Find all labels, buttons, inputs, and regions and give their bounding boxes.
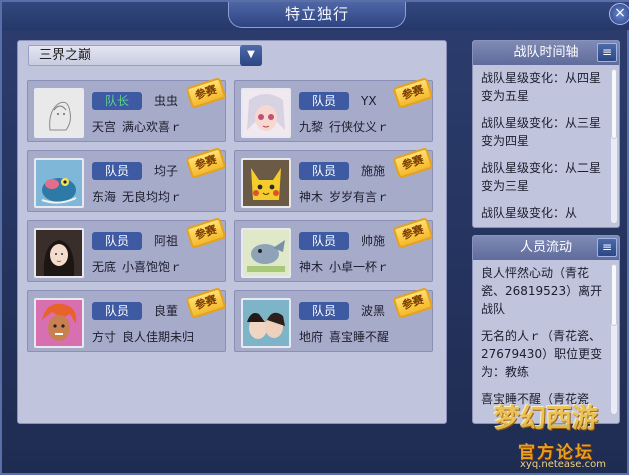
avatar	[34, 88, 84, 138]
timeline-panel: 战队时间轴 ≡ 战队星级变化：从四星变为五星 战队星级变化：从三星变为四星 战队…	[472, 40, 620, 228]
timeline-entry: 战队星级变化：从三星变为四星	[481, 116, 602, 148]
flow-entry: 良人怦然心动（青花瓷、26819523）离开战队	[481, 266, 603, 316]
avatar	[241, 88, 291, 138]
member-nickname: 喜宝睡不醒	[329, 330, 390, 344]
role-badge: 队员	[299, 302, 349, 320]
scroll-thumb[interactable]	[611, 69, 617, 139]
member-sect: 东海	[92, 190, 117, 204]
window-title: 特立独行	[228, 2, 406, 28]
title-bar: 特立独行 ×	[2, 2, 629, 30]
watermark-logo: 梦幻西游	[494, 404, 599, 434]
forum-watermark: 梦幻西游 官方论坛 xyq.netease.com	[488, 392, 628, 475]
member-sect: 神木	[299, 260, 324, 274]
menu-icon[interactable]: ≡	[597, 238, 617, 257]
role-badge: 队员	[299, 92, 349, 110]
entry-stamp: 参赛	[392, 216, 434, 250]
member-name: 均子	[154, 164, 179, 178]
member-name: 帅施	[361, 234, 386, 248]
flow-header: 人员流动 ≡	[473, 236, 619, 260]
avatar	[241, 298, 291, 348]
role-badge: 队长	[92, 92, 142, 110]
member-name: 波黑	[361, 304, 386, 318]
member-sect-line: 神木 岁岁有言ｒ	[299, 189, 389, 205]
member-name: YX	[361, 94, 377, 108]
member-sect-line: 地府 喜宝睡不醒	[299, 329, 389, 345]
flow-list[interactable]: 良人怦然心动（青花瓷、26819523）离开战队 无名的人ｒ（青花瓷、27679…	[473, 260, 619, 408]
timeline-header: 战队时间轴 ≡	[473, 41, 619, 65]
avatar	[34, 158, 84, 208]
member-nickname: 良人佳期未归	[122, 330, 195, 344]
role-badge: 队员	[299, 232, 349, 250]
member-card[interactable]: 队员 施施 神木 岁岁有言ｒ 参赛	[234, 146, 434, 212]
member-sect-line: 东海 无良均均ｒ	[92, 189, 182, 205]
member-card[interactable]: 队员 波黑 地府 喜宝睡不醒 参赛	[234, 286, 434, 352]
member-name: 阿祖	[154, 234, 179, 248]
avatar	[241, 158, 291, 208]
member-card[interactable]: 队员 阿祖 无底 小喜饱饱ｒ 参赛	[27, 216, 227, 282]
close-button[interactable]: ×	[609, 3, 629, 25]
timeline-entry: 战队星级变化：从四星变为五星	[481, 71, 602, 103]
member-sect: 无底	[92, 260, 117, 274]
member-sect-line: 无底 小喜饱饱ｒ	[92, 259, 182, 275]
member-name: 虫虫	[154, 94, 179, 108]
member-card[interactable]: 队员 帅施 神木 小卓一杯ｒ 参赛	[234, 216, 434, 282]
member-nickname: 行侠仗义ｒ	[329, 120, 390, 134]
member-sect-line: 九黎 行侠仗义ｒ	[299, 119, 389, 135]
flow-title: 人员流动	[519, 240, 572, 255]
entry-stamp: 参赛	[392, 146, 434, 180]
timeline-title: 战队时间轴	[513, 45, 579, 60]
role-badge: 队员	[92, 302, 142, 320]
role-badge: 队员	[92, 162, 142, 180]
timeline-scrollbar[interactable]	[611, 69, 617, 223]
chevron-down-icon[interactable]: ▼	[240, 45, 262, 66]
entry-stamp: 参赛	[185, 146, 227, 180]
entry-stamp: 参赛	[185, 76, 227, 110]
menu-icon[interactable]: ≡	[597, 43, 617, 62]
member-nickname: 满心欢喜ｒ	[122, 120, 183, 134]
flow-entry: 无名的人ｒ（青花瓷、27679430）职位更变为：教练	[481, 329, 603, 379]
server-dropdown[interactable]: 三界之巅 ▼	[28, 45, 262, 66]
member-card[interactable]: 队长 虫虫 天宫 满心欢喜ｒ 参赛	[27, 76, 227, 142]
server-dropdown-value: 三界之巅	[39, 48, 92, 63]
member-nickname: 岁岁有言ｒ	[329, 190, 390, 204]
entry-stamp: 参赛	[392, 286, 434, 320]
member-sect: 地府	[299, 330, 324, 344]
member-name: 良董	[154, 304, 179, 318]
member-sect: 神木	[299, 190, 324, 204]
watermark-url: xyq.netease.com	[520, 459, 606, 470]
member-sect-line: 天宫 满心欢喜ｒ	[92, 119, 182, 135]
member-card[interactable]: 队员 均子 东海 无良均均ｒ 参赛	[27, 146, 227, 212]
member-nickname: 无良均均ｒ	[122, 190, 183, 204]
role-badge: 队员	[92, 232, 142, 250]
entry-stamp: 参赛	[392, 76, 434, 110]
scroll-thumb[interactable]	[611, 264, 617, 326]
member-sect-line: 神木 小卓一杯ｒ	[299, 259, 389, 275]
team-window: 特立独行 × 三界之巅 ▼ 队长 虫虫 天宫 满心欢喜ｒ 参赛 队员 YX 九黎…	[0, 0, 629, 475]
timeline-entry: 战队星级变化：从二星变为三星	[481, 161, 602, 193]
avatar	[34, 298, 84, 348]
member-sect: 方寸	[92, 330, 117, 344]
member-sect: 九黎	[299, 120, 324, 134]
member-sect: 天宫	[92, 120, 117, 134]
member-nickname: 小卓一杯ｒ	[329, 260, 390, 274]
member-sect-line: 方寸 良人佳期未归	[92, 329, 194, 345]
member-nickname: 小喜饱饱ｒ	[122, 260, 183, 274]
member-card[interactable]: 队员 良董 方寸 良人佳期未归 参赛	[27, 286, 227, 352]
member-name: 施施	[361, 164, 386, 178]
avatar	[241, 228, 291, 278]
avatar	[34, 228, 84, 278]
entry-stamp: 参赛	[185, 216, 227, 250]
member-panel: 三界之巅 ▼ 队长 虫虫 天宫 满心欢喜ｒ 参赛 队员 YX 九黎 行侠仗义ｒ …	[17, 40, 447, 424]
entry-stamp: 参赛	[185, 286, 227, 320]
timeline-entry: 战队星级变化：从	[481, 206, 578, 220]
role-badge: 队员	[299, 162, 349, 180]
timeline-list[interactable]: 战队星级变化：从四星变为五星 战队星级变化：从三星变为四星 战队星级变化：从二星…	[473, 65, 619, 222]
member-card[interactable]: 队员 YX 九黎 行侠仗义ｒ 参赛	[234, 76, 434, 142]
